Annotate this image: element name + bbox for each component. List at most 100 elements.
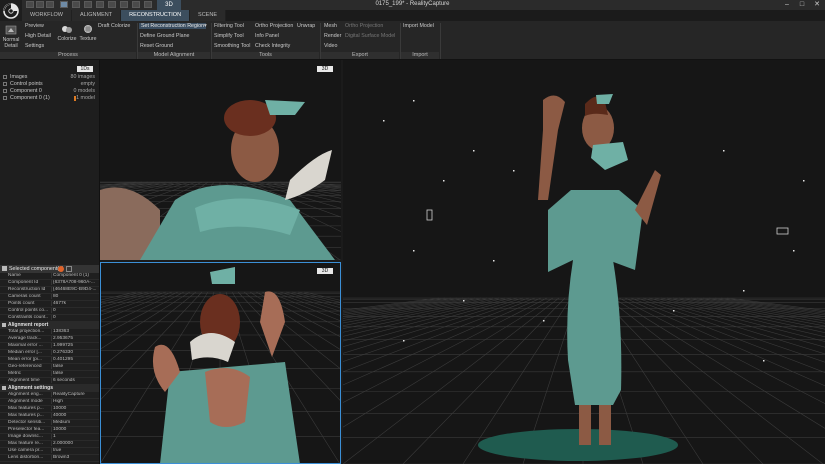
info-panel-button[interactable]: Info Panel	[255, 33, 279, 39]
quick-new-icon[interactable]	[26, 1, 34, 8]
ribbon-tabs: WORKFLOW ALIGNMENT RECONSTRUCTION SCENE	[22, 10, 226, 21]
property-row[interactable]: Alignment eng... RealityCapture	[0, 392, 99, 399]
maximize-button[interactable]: □	[795, 0, 809, 10]
viewport-bottom-left[interactable]: 3D	[100, 262, 341, 464]
close-button[interactable]: ✕	[810, 0, 824, 10]
draft-colorize-button[interactable]: Draft Colorize	[98, 23, 130, 29]
quick-layout3-icon[interactable]	[84, 1, 92, 8]
properties-pin-icon[interactable]	[66, 266, 72, 272]
property-value: Brown3	[51, 455, 99, 460]
quick-layout5-icon[interactable]	[108, 1, 116, 8]
property-row[interactable]: Name Component 0 (1)	[0, 273, 99, 280]
ortho-projection-tool-button[interactable]: Ortho Projection	[255, 23, 293, 29]
property-row[interactable]: Use camera pr... true	[0, 448, 99, 455]
point-cloud-dot	[493, 260, 495, 262]
normal-detail-button[interactable]: Normal Detail	[1, 25, 21, 49]
preview-button[interactable]: Preview	[25, 23, 44, 29]
property-row[interactable]: Image downsc... 1	[0, 434, 99, 441]
property-row[interactable]: Reconstruction Id {46468E9C-B9D4-...	[0, 287, 99, 294]
minimize-button[interactable]: –	[780, 0, 794, 10]
property-row[interactable]: Detector sensiti... Medium	[0, 420, 99, 427]
property-key: Max features p...	[8, 406, 44, 411]
quick-layout2-icon[interactable]	[72, 1, 80, 8]
property-row[interactable]: Median error [... 0.276330	[0, 350, 99, 357]
grid-line	[343, 297, 452, 314]
app-logo[interactable]	[0, 0, 22, 22]
tab-alignment[interactable]: ALIGNMENT	[72, 10, 122, 21]
tab-workflow[interactable]: WORKFLOW	[22, 10, 72, 21]
property-row[interactable]: Preselector fea... 10000	[0, 427, 99, 434]
set-region-dropdown-icon[interactable]: ▾	[204, 23, 207, 29]
viewport-tag-3d[interactable]: 3D	[317, 268, 333, 274]
tree-item-control-points[interactable]: Control points empty	[0, 81, 99, 88]
quick-layout4-icon[interactable]	[96, 1, 104, 8]
quick-layout6-icon[interactable]	[120, 1, 128, 8]
export-mesh-button[interactable]: Mesh	[324, 23, 337, 29]
tab-reconstruction[interactable]: RECONSTRUCTION	[121, 10, 191, 21]
export-video-button[interactable]: Video	[324, 43, 337, 49]
collapse-icon[interactable]	[2, 323, 6, 327]
settings-button[interactable]: Settings	[25, 43, 44, 49]
viewport-tag-3d[interactable]: 3D	[317, 66, 333, 72]
export-ortho-projection-button[interactable]: Ortho Projection	[345, 23, 383, 29]
property-section[interactable]: Alignment settings	[0, 385, 99, 392]
expand-icon[interactable]	[3, 82, 7, 86]
import-model-button[interactable]: Import Model	[403, 23, 434, 29]
tree-item-images[interactable]: Images 80 images	[0, 74, 99, 81]
export-dsm-button[interactable]: Digital Surface Model	[345, 33, 395, 39]
export-render-button[interactable]: Render	[324, 33, 341, 39]
tree-item-component-0-1[interactable]: Component 0 (1) 1 model	[0, 95, 99, 102]
property-row[interactable]: Metric false	[0, 371, 99, 378]
panel-view-tag[interactable]: 1Ds	[77, 66, 93, 72]
define-ground-plane-button[interactable]: Define Ground Plane	[140, 33, 189, 39]
property-row[interactable]: Max feature re... 2.000000	[0, 441, 99, 448]
viewport-top-left[interactable]: 3D	[100, 60, 341, 260]
quick-layout7-icon[interactable]	[132, 1, 140, 8]
property-value: true	[51, 448, 99, 453]
property-section[interactable]: Alignment report	[0, 322, 99, 329]
simplify-tool-button[interactable]: Simplify Tool	[214, 33, 244, 39]
expand-icon[interactable]	[3, 96, 7, 100]
property-row[interactable]: Cameras count 80	[0, 294, 99, 301]
reset-ground-button[interactable]: Reset Ground	[140, 43, 173, 49]
texture-button[interactable]: Texture	[77, 24, 99, 42]
property-row[interactable]: Maximal error ... 1.999725	[0, 343, 99, 350]
colorize-button[interactable]: Colorize	[56, 24, 78, 42]
property-row[interactable]: Lens distortion... Brown3	[0, 455, 99, 462]
set-reconstruction-region-button[interactable]: Set Reconstruction Region	[139, 23, 207, 29]
property-key: Use camera pr...	[8, 448, 44, 453]
property-row[interactable]: Points count 4677k	[0, 301, 99, 308]
property-row[interactable]: Mean error [pi... 0.401295	[0, 357, 99, 364]
property-row[interactable]: Component Id {6378A708-960A-...	[0, 280, 99, 287]
quick-open-icon[interactable]	[36, 1, 44, 8]
property-row[interactable]: Alignment mode High	[0, 399, 99, 406]
property-row[interactable]: Max features p... 40000	[0, 413, 99, 420]
check-integrity-button[interactable]: Check Integrity	[255, 43, 290, 49]
viewport-main[interactable]	[343, 60, 825, 464]
context-tab-3d[interactable]: 3D	[157, 0, 181, 10]
property-row[interactable]: Average track... 2.953675	[0, 336, 99, 343]
property-row[interactable]: Control points co... 0	[0, 308, 99, 315]
property-row[interactable]: Constraints count... 0	[0, 315, 99, 322]
filtering-tool-button[interactable]: Filtering Tool	[214, 23, 244, 29]
quick-layout8-icon[interactable]	[144, 1, 152, 8]
expand-icon[interactable]	[3, 75, 7, 79]
tab-scene[interactable]: SCENE	[190, 10, 226, 21]
high-detail-button[interactable]: High Detail	[25, 33, 51, 39]
group-import-label: Import	[401, 52, 439, 59]
property-value: false	[51, 364, 99, 369]
property-row[interactable]: Geo-referenced false	[0, 364, 99, 371]
property-row[interactable]: Max features p... 10000	[0, 406, 99, 413]
properties-close-icon[interactable]	[58, 266, 64, 272]
collapse-icon[interactable]	[2, 266, 7, 271]
expand-icon[interactable]	[3, 89, 7, 93]
property-row[interactable]: Total projection... 138363	[0, 329, 99, 336]
unwrap-button[interactable]: Unwrap	[297, 23, 315, 29]
collapse-icon[interactable]	[2, 386, 6, 390]
quick-save-icon[interactable]	[46, 1, 54, 8]
property-row[interactable]: Alignment time 6 seconds	[0, 378, 99, 385]
quick-layout-icon[interactable]	[60, 1, 68, 8]
tree-item-component-0[interactable]: Component 0 0 models	[0, 88, 99, 95]
smoothing-tool-button[interactable]: Smoothing Tool	[214, 43, 250, 49]
properties-header: Selected component(s)	[0, 265, 99, 273]
